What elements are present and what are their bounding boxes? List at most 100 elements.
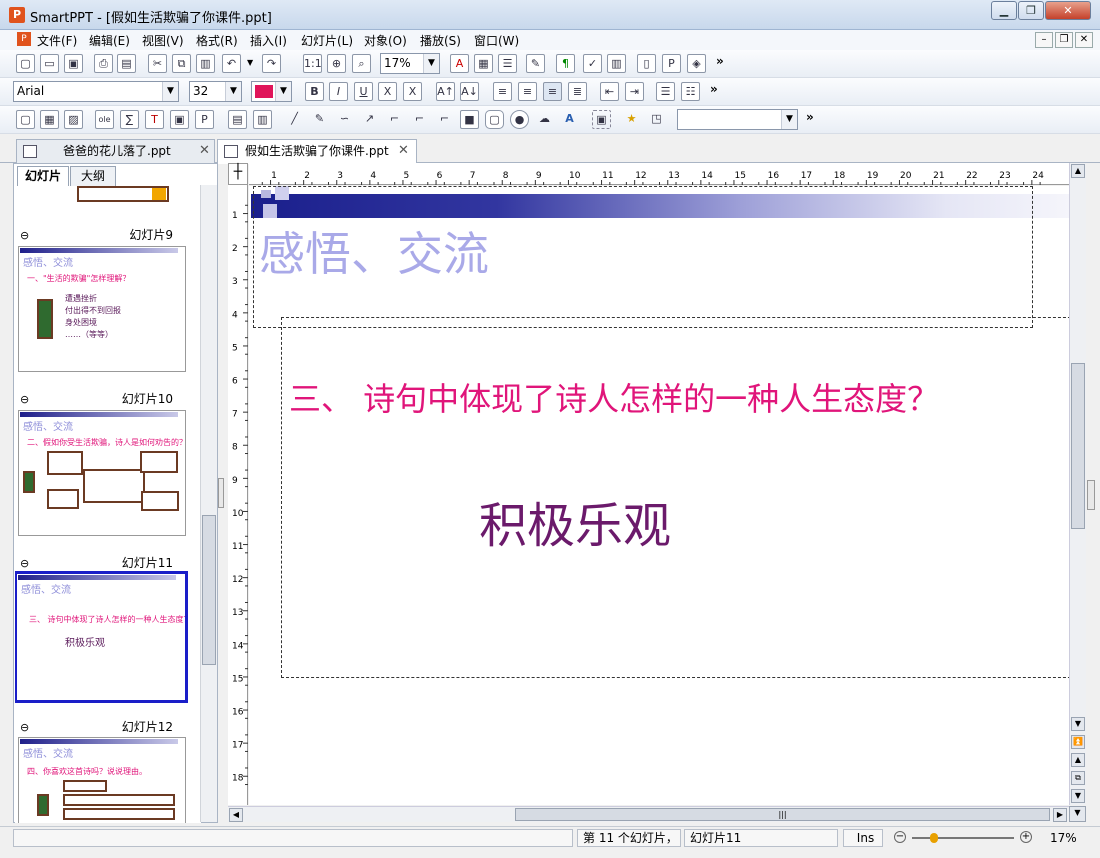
curved-connector-icon[interactable]: ⌐ (435, 110, 454, 129)
align-right-icon[interactable]: ≡ (518, 82, 537, 101)
scroll-thumb[interactable] (202, 515, 216, 665)
slide-9-thumbnail[interactable]: 感悟、交流 一、"生活的欺骗"怎样理解？ 遭遇挫折 付出得不到回报 身处困境 …… (18, 246, 186, 372)
vertical-scrollbar[interactable]: ▲ ▼ ⏫ ▲ ⧉ ▼ (1069, 163, 1086, 805)
insert-page-icon[interactable]: P (195, 110, 214, 129)
connector-tool-icon[interactable]: ⌐ (385, 110, 404, 129)
pencil-tool-icon[interactable]: ✎ (310, 110, 329, 129)
scroll-right-icon[interactable]: ▶ (1053, 808, 1067, 822)
undo-dropdown-icon[interactable]: ▼ (247, 58, 253, 67)
zoom-out-icon[interactable]: − (894, 831, 906, 843)
menu-window[interactable]: 窗口(W) (474, 32, 519, 49)
chevron-down-icon[interactable]: ▼ (225, 82, 241, 101)
elbow-connector-icon[interactable]: ⌐ (410, 110, 429, 129)
menu-object[interactable]: 对象(O) (364, 32, 407, 49)
menu-format[interactable]: 格式(R) (196, 32, 238, 49)
scroll-down-icon[interactable]: ▼ (1071, 717, 1085, 731)
style-combo[interactable]: ▼ (677, 109, 798, 130)
align-center-icon[interactable]: ≡ (543, 82, 562, 101)
mdi-restore-button[interactable]: ❐ (1055, 32, 1073, 48)
print-icon[interactable]: ⎙ (94, 54, 113, 73)
close-tab-icon[interactable]: ✕ (398, 140, 409, 162)
close-tab-icon[interactable]: ✕ (199, 140, 210, 162)
previous-slide-icon[interactable]: ▲ (1071, 753, 1085, 767)
toolbar-more-icon[interactable]: » (716, 54, 724, 68)
zoom-fit-icon[interactable]: ⊕ (327, 54, 346, 73)
doc-icon[interactable]: P (17, 32, 31, 46)
scroll-thumb[interactable] (1071, 363, 1085, 529)
slide-10-thumbnail[interactable]: 感悟、交流 二、假如你受生活欺骗，诗人是如何劝告的？ (18, 410, 186, 536)
toolbar-more-icon[interactable]: » (806, 110, 814, 124)
subscript-icon[interactable]: X (403, 82, 422, 101)
wordart-icon[interactable]: A (560, 110, 579, 129)
close-button[interactable]: ✕ (1045, 1, 1091, 20)
curve-tool-icon[interactable]: ∽ (335, 110, 354, 129)
shadow-icon[interactable]: ◳ (647, 110, 666, 129)
slide-canvas[interactable]: 感悟、交流 三、 诗句中体现了诗人怎样的一种人生态度？ 积极乐观 (249, 186, 1069, 805)
pdf-icon[interactable]: ▤ (117, 54, 136, 73)
text-box-icon[interactable]: ▦ (474, 54, 493, 73)
format-painter-icon[interactable]: ✎ (526, 54, 545, 73)
spell-check-icon[interactable]: ✓ (583, 54, 602, 73)
redo-icon[interactable]: ↷ (262, 54, 281, 73)
chevron-down-icon[interactable]: ▼ (162, 82, 178, 101)
align-left-icon[interactable]: ≡ (493, 82, 512, 101)
ellipse-tool-icon[interactable]: ● (510, 110, 529, 129)
slide-view-icon[interactable]: ▤ (228, 110, 247, 129)
zoom-combo[interactable]: 17% ▼ (380, 53, 440, 74)
slide-11-thumbnail[interactable]: 感悟、交流 三、 诗句中体现了诗人怎样的一种人生态度？ 积极乐观 (15, 571, 188, 703)
tab-doc-2[interactable]: 假如生活欺骗了你课件.ppt ✕ (217, 139, 417, 164)
scroll-left-icon[interactable]: ◀ (229, 808, 243, 822)
menu-file[interactable]: 文件(F) (37, 32, 77, 49)
zoom-slider[interactable] (912, 837, 1014, 839)
arrow-tool-icon[interactable]: ↗ (360, 110, 379, 129)
shapes-tool-icon[interactable]: ☁ (535, 110, 554, 129)
scroll-thumb[interactable]: ||| (515, 808, 1050, 821)
chevron-down-icon[interactable]: ▼ (781, 110, 797, 129)
outdent-icon[interactable]: ⇤ (600, 82, 619, 101)
list-box-icon[interactable]: ☰ (498, 54, 517, 73)
rounded-rect-tool-icon[interactable]: ▢ (485, 110, 504, 129)
slide-answer-text[interactable]: 积极乐观 (479, 486, 671, 556)
zoom-slider-handle[interactable] (930, 833, 938, 843)
bullet-list-icon[interactable]: ☰ (656, 82, 675, 101)
splitter-handle[interactable] (1087, 480, 1095, 510)
maximize-button[interactable]: ❐ (1018, 1, 1044, 20)
insert-equation-icon[interactable]: ∑ (120, 110, 139, 129)
paste-icon[interactable]: ▥ (196, 54, 215, 73)
left-scrollbar[interactable] (200, 185, 217, 822)
tab-outline[interactable]: 大纲 (70, 166, 116, 186)
chevron-down-icon[interactable]: ▼ (275, 82, 291, 101)
menu-insert[interactable]: 插入(I) (250, 32, 287, 49)
open-folder-icon[interactable]: ▭ (40, 54, 59, 73)
font-color-combo[interactable]: ▼ (251, 81, 292, 102)
decrease-font-icon[interactable]: A↓ (460, 82, 479, 101)
chevron-down-icon[interactable]: ▼ (423, 54, 439, 73)
horizontal-scrollbar[interactable]: ◀ ||| ▶ (228, 806, 1069, 822)
menu-play[interactable]: 播放(S) (420, 32, 461, 49)
slide-sorter-icon[interactable]: ▥ (253, 110, 272, 129)
first-slide-icon[interactable]: ⏫ (1071, 735, 1085, 749)
slide-12-thumbnail[interactable]: 感悟、交流 四、你喜欢这首诗吗？说说理由。 (18, 737, 186, 823)
rectangle-tool-icon[interactable]: ■ (460, 110, 479, 129)
insert-ole-icon[interactable]: ole (95, 110, 114, 129)
scroll-up-icon[interactable]: ▲ (1071, 164, 1085, 178)
cut-icon[interactable]: ✂ (148, 54, 167, 73)
body-placeholder[interactable] (281, 317, 1069, 678)
ruler-corner[interactable]: ┼ (228, 163, 248, 185)
status-insert-mode[interactable]: Ins (843, 829, 883, 847)
insert-picture-icon[interactable]: ▨ (64, 110, 83, 129)
zoom-in-icon[interactable]: + (1020, 831, 1032, 843)
slide-view-icon[interactable]: ⧉ (1071, 771, 1085, 785)
new-document-icon[interactable]: ▢ (16, 54, 35, 73)
justify-icon[interactable]: ≣ (568, 82, 587, 101)
splitter-handle[interactable] (218, 478, 224, 508)
tab-slides[interactable]: 幻灯片 (17, 166, 69, 186)
menu-slide[interactable]: 幻灯片(L) (301, 32, 353, 49)
slide-8-fragment[interactable] (77, 186, 169, 202)
menu-view[interactable]: 视图(V) (142, 32, 184, 49)
chart-icon[interactable]: ▥ (607, 54, 626, 73)
pilcrow-icon[interactable]: ¶ (556, 54, 575, 73)
indent-icon[interactable]: ⇥ (625, 82, 644, 101)
text-color-icon[interactable]: A (450, 54, 469, 73)
actual-size-icon[interactable]: 1:1 (303, 54, 322, 73)
